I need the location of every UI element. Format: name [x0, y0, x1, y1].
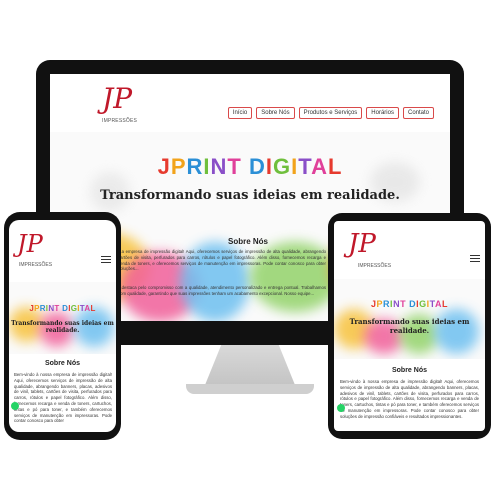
logo-mark: JP — [102, 82, 133, 115]
monitor-stand — [205, 345, 295, 385]
title-letter: R — [186, 154, 204, 179]
hero-banner: JPRINT DIGITAL Transformando suas ideias… — [9, 282, 116, 354]
logo-subtitle: IMPRESSÕES — [358, 263, 392, 269]
desktop-header: JP IMPRESSÕES Início Sobre Nós Produtos … — [50, 74, 450, 132]
title-letter: L — [327, 154, 343, 179]
hero-subtitle: Transformando suas ideias em realidade. — [11, 320, 114, 334]
title-space — [242, 154, 249, 179]
title-letter: N — [210, 154, 228, 179]
title-letter: I — [265, 154, 274, 179]
title-letter: T — [54, 304, 60, 313]
tablet-device: JP IMPRESSÕES JPRINT DIGITAL Transforman… — [328, 213, 491, 439]
title-letter: T — [298, 154, 312, 179]
logo[interactable]: JP IMPRESSÕES — [346, 229, 396, 273]
title-letter: R — [383, 299, 391, 309]
about-heading: Sobre Nós — [44, 360, 80, 367]
nav-produtos-servicos[interactable]: Produtos e Serviços — [298, 107, 363, 119]
hamburger-menu-icon[interactable] — [470, 255, 480, 263]
whatsapp-icon[interactable] — [337, 404, 345, 412]
nav-contato[interactable]: Contato — [402, 107, 434, 119]
nav-horarios[interactable]: Horários — [366, 107, 399, 119]
about-text: Bem-vindo à nossa empresa de impressão d… — [340, 379, 479, 419]
title-letter: L — [441, 299, 448, 309]
logo-mark: JP — [17, 230, 43, 258]
about-heading: Sobre Nós — [391, 367, 427, 374]
hero-title: JPRINT DIGITAL — [9, 304, 116, 313]
logo-mark: JP — [348, 229, 376, 259]
phone-screen: JP IMPRESSÕES JPRINT DIGITAL Transforman… — [9, 220, 116, 432]
about-text-desktop-2: ...destaca pelo compromisso com a qualid… — [118, 285, 326, 296]
title-letter: T — [227, 154, 242, 179]
logo[interactable]: JP IMPRESSÕES — [98, 82, 138, 126]
title-letter: I — [203, 154, 211, 179]
hero-banner: JPRINT DIGITAL Transformando suas ideias… — [334, 279, 485, 359]
tablet-screen: JP IMPRESSÕES JPRINT DIGITAL Transforman… — [334, 221, 485, 431]
title-letter: G — [419, 299, 427, 309]
whatsapp-icon[interactable] — [11, 402, 19, 410]
hero-title: JPRINT DIGITAL — [334, 299, 485, 309]
title-letter: N — [393, 299, 401, 309]
main-nav: Início Sobre Nós Produtos e Serviços Hor… — [227, 107, 434, 119]
title-letter: J — [157, 154, 171, 179]
logo[interactable]: JP IMPRESSÕES — [15, 230, 65, 270]
nav-sobre-nos[interactable]: Sobre Nós — [256, 107, 295, 119]
title-letter: D — [249, 154, 266, 179]
hero-subtitle: Transformando suas ideias em realidade. — [100, 188, 400, 203]
title-letter: A — [434, 299, 442, 309]
phone-device: JP IMPRESSÕES JPRINT DIGITAL Transforman… — [4, 212, 121, 440]
title-letter: P — [170, 154, 187, 179]
title-letter: L — [90, 304, 96, 313]
title-letter: A — [311, 154, 328, 179]
hero-title: JPRINT DIGITAL — [50, 154, 450, 180]
nav-inicio[interactable]: Início — [227, 107, 253, 119]
logo-subtitle: IMPRESSÕES — [19, 262, 53, 268]
hamburger-menu-icon[interactable] — [101, 256, 111, 264]
about-text-desktop-1: ...a empresa de impressão digital! Aqui,… — [118, 249, 326, 272]
monitor-stand-base — [186, 384, 314, 394]
title-letter: G — [273, 154, 292, 179]
hero-subtitle: Transformando suas ideias em realidade. — [349, 317, 470, 335]
logo-subtitle: IMPRESSÕES — [102, 118, 138, 124]
about-text: Bem-vindo à nossa empresa de impressão d… — [14, 372, 112, 424]
